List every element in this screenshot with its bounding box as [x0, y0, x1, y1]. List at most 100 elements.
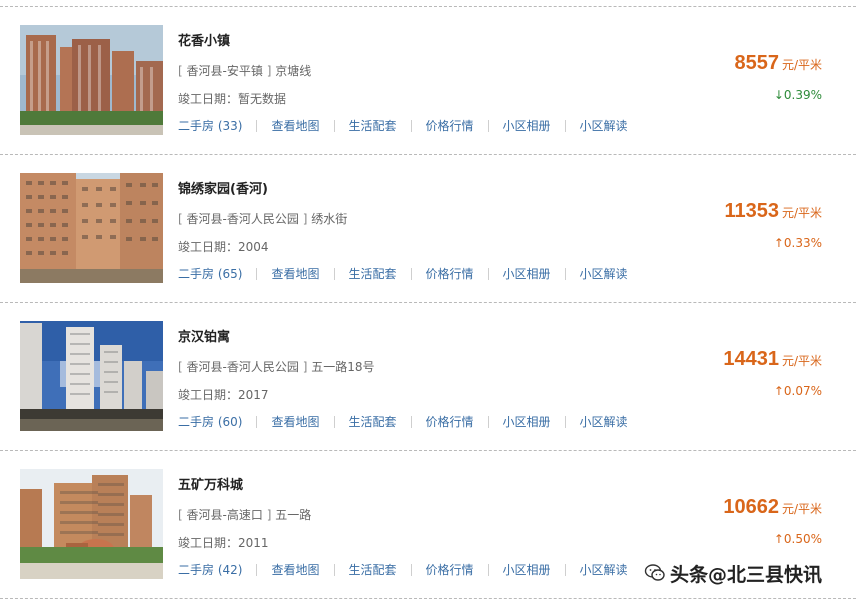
community-review-link[interactable]: 小区解读	[580, 561, 628, 578]
price-unit: 元/平米	[781, 58, 822, 72]
address-bracket-close: ]	[266, 64, 272, 78]
link-separator	[487, 415, 489, 428]
price-change: ↑0.50%	[773, 532, 822, 546]
photo-album-link[interactable]: 小区相册	[503, 117, 551, 134]
link-separator	[256, 267, 258, 280]
address-bracket-close: ]	[266, 508, 272, 522]
view-map-link[interactable]: 查看地图	[271, 561, 319, 578]
completion-date-label: 竣工日期：	[178, 388, 239, 402]
listing-links: 二手房 (60) 查看地图 生活配套 价格行情 小区相册 小区解读	[178, 413, 628, 430]
completion-date-label: 竣工日期：	[178, 240, 239, 254]
listing-photo[interactable]	[20, 321, 163, 431]
link-separator	[410, 267, 412, 280]
secondhand-label: 二手房	[178, 119, 215, 133]
link-separator	[333, 119, 335, 132]
link-separator	[487, 267, 489, 280]
listing-links: 二手房 (42) 查看地图 生活配套 价格行情 小区相册 小区解读	[178, 561, 628, 578]
address-district: 香河县-安平镇	[186, 64, 263, 78]
community-review-link[interactable]: 小区解读	[580, 265, 628, 282]
link-separator	[487, 119, 489, 132]
secondhand-count: (60)	[217, 415, 243, 429]
address-bracket-open: [	[178, 64, 183, 78]
listing-links: 二手房 (33) 查看地图 生活配套 价格行情 小区相册 小区解读	[178, 117, 628, 134]
photo-album-link[interactable]: 小区相册	[503, 413, 551, 430]
address-street: 五一路	[275, 508, 312, 522]
secondhand-label: 二手房	[178, 563, 215, 577]
address-bracket-close: ]	[302, 212, 308, 226]
link-separator	[564, 119, 566, 132]
link-separator	[333, 267, 335, 280]
address-bracket-open: [	[178, 508, 183, 522]
secondhand-link[interactable]: 二手房 (42)	[178, 561, 242, 578]
secondhand-count: (33)	[217, 119, 243, 133]
link-separator	[410, 563, 412, 576]
secondhand-label: 二手房	[178, 415, 215, 429]
price-value: 8557	[734, 52, 779, 74]
link-separator	[564, 267, 566, 280]
listing-name[interactable]: 五矿万科城	[178, 474, 243, 493]
price-trend-link[interactable]: 价格行情	[426, 561, 474, 578]
community-review-link[interactable]: 小区解读	[580, 117, 628, 134]
secondhand-link[interactable]: 二手房 (60)	[178, 413, 242, 430]
link-separator	[333, 563, 335, 576]
address-street: 绣水街	[311, 212, 348, 226]
amenities-link[interactable]: 生活配套	[349, 265, 397, 282]
price-change: ↓0.39%	[773, 88, 822, 102]
watermark-text: 头条@北三县快讯	[670, 563, 823, 586]
link-separator	[410, 119, 412, 132]
source-watermark: 头条@北三县快讯	[644, 558, 822, 588]
secondhand-link[interactable]: 二手房 (33)	[178, 117, 242, 134]
completion-date-label: 竣工日期：	[178, 92, 239, 106]
listing-name[interactable]: 京汉铂寓	[178, 326, 230, 345]
link-separator	[564, 415, 566, 428]
address-bracket-close: ]	[302, 360, 308, 374]
address-bracket-open: [	[178, 360, 183, 374]
completion-date-label: 竣工日期：	[178, 536, 239, 550]
view-map-link[interactable]: 查看地图	[271, 117, 319, 134]
view-map-link[interactable]: 查看地图	[271, 265, 319, 282]
listing-address: [ 香河县-香河人民公园 ] 五一路18号	[178, 358, 374, 375]
completion-date: 竣工日期：2004	[178, 238, 269, 255]
listing-address: [ 香河县-香河人民公园 ] 绣水街	[178, 210, 347, 227]
listing-price: 8557 元/平米	[734, 52, 822, 75]
price-change: ↑0.07%	[773, 384, 822, 398]
link-separator	[256, 563, 258, 576]
price-unit: 元/平米	[781, 206, 822, 220]
price-value: 11353	[724, 200, 779, 222]
listing-item: 花香小镇 [ 香河县-安平镇 ] 京塘线 竣工日期：暂无数据 二手房 (33) …	[0, 6, 856, 154]
completion-date-value: 暂无数据	[238, 92, 287, 106]
photo-album-link[interactable]: 小区相册	[503, 265, 551, 282]
listing-photo[interactable]	[20, 173, 163, 283]
link-separator	[410, 415, 412, 428]
photo-album-link[interactable]: 小区相册	[503, 561, 551, 578]
link-separator	[487, 563, 489, 576]
link-separator	[564, 563, 566, 576]
price-value: 14431	[723, 348, 779, 370]
listing-photo[interactable]	[20, 469, 163, 579]
listing-address: [ 香河县-安平镇 ] 京塘线	[178, 62, 311, 79]
completion-date: 竣工日期：暂无数据	[178, 90, 286, 107]
amenities-link[interactable]: 生活配套	[349, 117, 397, 134]
amenities-link[interactable]: 生活配套	[349, 413, 397, 430]
price-trend-link[interactable]: 价格行情	[426, 265, 474, 282]
link-separator	[333, 415, 335, 428]
listing-photo[interactable]	[20, 25, 163, 135]
listing-item: 京汉铂寓 [ 香河县-香河人民公园 ] 五一路18号 竣工日期：2017 二手房…	[0, 302, 856, 450]
price-trend-link[interactable]: 价格行情	[426, 117, 474, 134]
community-review-link[interactable]: 小区解读	[580, 413, 628, 430]
listing-item: 锦绣家园(香河) [ 香河县-香河人民公园 ] 绣水街 竣工日期：2004 二手…	[0, 154, 856, 302]
secondhand-link[interactable]: 二手房 (65)	[178, 265, 242, 282]
address-district: 香河县-香河人民公园	[186, 360, 299, 374]
divider	[0, 598, 856, 599]
amenities-link[interactable]: 生活配套	[349, 561, 397, 578]
listing-name[interactable]: 花香小镇	[178, 30, 230, 49]
completion-date-value: 2004	[238, 240, 269, 254]
link-separator	[256, 415, 258, 428]
address-district: 香河县-香河人民公园	[186, 212, 299, 226]
view-map-link[interactable]: 查看地图	[271, 413, 319, 430]
address-street: 京塘线	[275, 64, 312, 78]
price-trend-link[interactable]: 价格行情	[426, 413, 474, 430]
listing-name[interactable]: 锦绣家园(香河)	[178, 178, 268, 197]
completion-date: 竣工日期：2017	[178, 386, 269, 403]
secondhand-count: (42)	[217, 563, 243, 577]
